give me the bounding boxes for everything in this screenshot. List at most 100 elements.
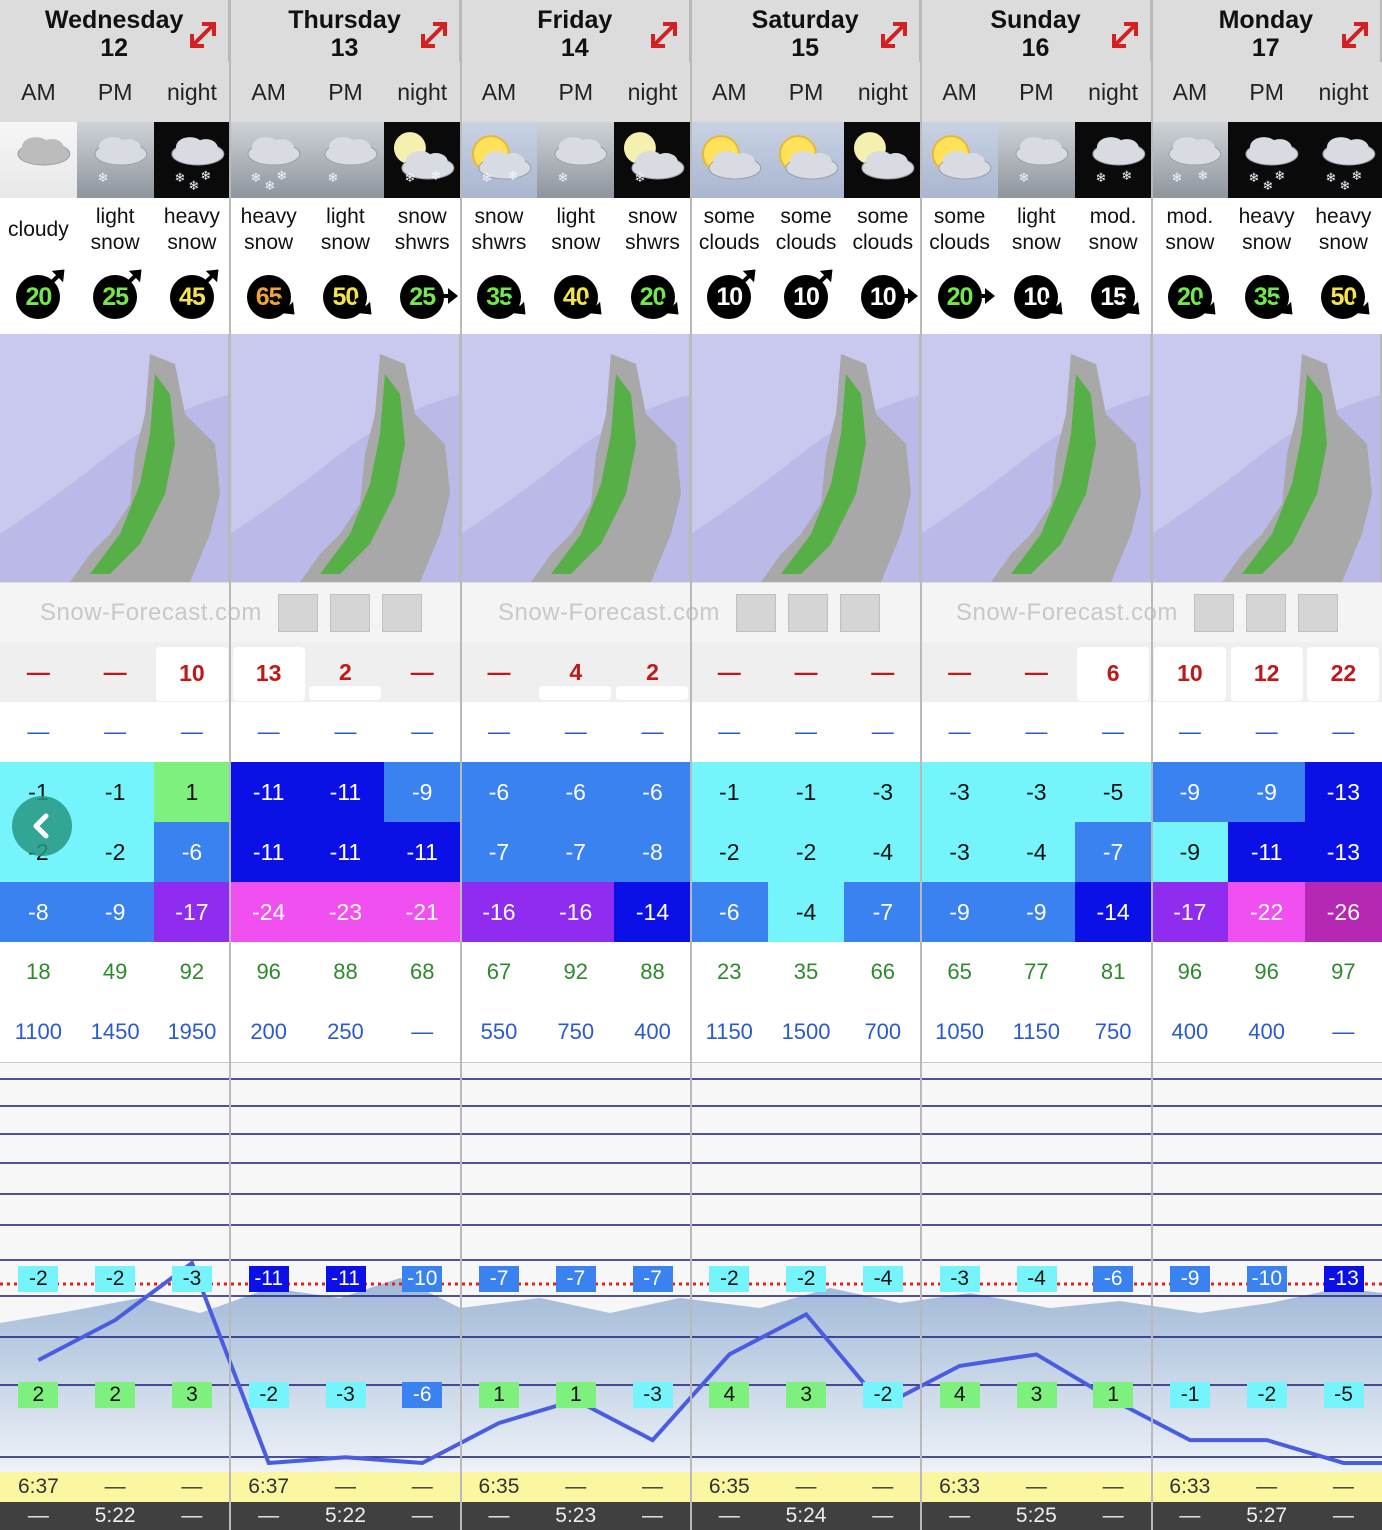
base-temp-label: 2 — [95, 1382, 136, 1408]
svg-text:❄: ❄ — [174, 170, 185, 185]
humidity-value: 92 — [179, 959, 205, 984]
sunset-time: 5:27 — [1246, 1504, 1288, 1527]
base-temp-label: -3 — [632, 1382, 673, 1408]
svg-text:❄: ❄ — [1172, 170, 1183, 185]
snowflake-icon[interactable] — [1298, 593, 1338, 632]
back-button[interactable] — [12, 796, 72, 856]
max-temp: -9 — [383, 762, 461, 822]
period-label: PM — [328, 78, 363, 105]
snow-map[interactable] — [690, 334, 922, 582]
summary-line: snow — [167, 231, 217, 254]
feels-like-temp: -24 — [230, 882, 308, 942]
snow-amount: — — [487, 658, 511, 685]
heavy-snow-icon: ❄ ❄ ❄ — [230, 122, 308, 198]
snow-showers-icon: ❄ ❄ — [460, 122, 538, 198]
snow-cell: — — [384, 642, 461, 702]
snowflake-icon[interactable] — [382, 593, 422, 632]
some-clouds-icon — [921, 122, 998, 198]
humidity-value: 92 — [563, 959, 588, 984]
snow-map[interactable] — [460, 334, 691, 582]
expand-icon[interactable] — [877, 18, 911, 52]
return-arrow-icon[interactable] — [1246, 593, 1286, 632]
snowflake-icon[interactable] — [840, 593, 880, 632]
min-temp: -11 — [307, 822, 384, 882]
return-arrow-icon[interactable] — [330, 593, 370, 632]
snow-map[interactable] — [0, 334, 231, 582]
sunrise-time: 6:33 — [1169, 1475, 1211, 1498]
svg-text:❄: ❄ — [481, 170, 492, 185]
snow-cell: 6 — [1075, 642, 1152, 702]
svg-text:❄: ❄ — [1249, 170, 1260, 185]
sunrise-time: 6:37 — [248, 1475, 290, 1498]
humidity-value: 77 — [1024, 959, 1049, 984]
svg-text:❄: ❄ — [97, 170, 108, 185]
summary-line: heavy — [1315, 205, 1372, 228]
base-temp-label: 1 — [1093, 1382, 1134, 1408]
sunrise-time: 6:35 — [478, 1475, 520, 1498]
base-temp-label: 3 — [786, 1382, 827, 1408]
snow-amount: — — [717, 658, 741, 685]
expand-icon[interactable] — [186, 18, 220, 52]
freezing-level-value: 750 — [1094, 1019, 1132, 1044]
rain-amount: — — [1102, 719, 1125, 744]
summit-temp-label: -7 — [479, 1266, 520, 1292]
period-label: PM — [1249, 78, 1284, 105]
sunset-time: — — [872, 1504, 894, 1527]
light-snow-icon: ❄ — [76, 122, 154, 198]
sunset-time: 5:22 — [325, 1504, 366, 1527]
sunrise-time: — — [411, 1475, 433, 1498]
feels-like-temp: -9 — [921, 882, 998, 942]
weather-summary: snow shwrs — [384, 198, 461, 262]
summary-line: snow — [1088, 231, 1138, 254]
summit-temp-label: -3 — [939, 1266, 980, 1292]
min-temp: -9 — [1151, 822, 1229, 882]
max-temp: -9 — [1228, 762, 1306, 822]
min-temp: -2 — [767, 822, 845, 882]
max-temp: -6 — [614, 762, 691, 822]
day-separator — [229, 0, 232, 1530]
rain-amount: — — [180, 719, 203, 744]
return-arrow-icon[interactable] — [788, 593, 828, 632]
feels-like-temp: -7 — [844, 882, 922, 942]
sunrise-time: — — [1332, 1475, 1354, 1498]
snow-amount: 22 — [1330, 660, 1357, 686]
snow-amount: — — [948, 658, 972, 685]
cloud-sun-icon[interactable] — [278, 593, 318, 632]
snow-map[interactable] — [921, 334, 1152, 582]
snow-map[interactable] — [1151, 334, 1382, 582]
wind-cell: 20 — [1151, 262, 1228, 332]
period-label: PM — [97, 78, 133, 105]
humidity-value: 81 — [1100, 959, 1126, 984]
rain-amount: — — [718, 719, 741, 744]
expand-icon[interactable] — [1108, 18, 1142, 52]
snow-amount: — — [794, 658, 818, 685]
light-snow-icon: ❄ — [997, 122, 1075, 198]
cloud-sun-icon[interactable] — [1194, 593, 1234, 632]
svg-text:❄: ❄ — [1351, 168, 1362, 183]
cloud-sun-icon[interactable] — [736, 593, 776, 632]
snow-cell: — — [461, 642, 538, 702]
some-clouds-icon — [767, 122, 845, 198]
humidity-value: 68 — [409, 959, 435, 984]
sunset-time: — — [949, 1504, 971, 1527]
expand-icon[interactable] — [417, 18, 451, 52]
summit-temp-label: -6 — [1093, 1266, 1134, 1292]
sunset-time: 5:22 — [94, 1504, 136, 1527]
expand-icon[interactable] — [1338, 18, 1372, 52]
max-temp: -1 — [76, 762, 154, 822]
summit-temp-label: -7 — [632, 1266, 673, 1292]
expand-icon[interactable] — [647, 18, 681, 52]
humidity-value: 18 — [26, 959, 51, 984]
feels-like-temp: -14 — [614, 882, 691, 942]
wind-cell: 25 — [77, 262, 154, 332]
snow-cell: — — [691, 642, 768, 702]
max-temp: -1 — [767, 762, 845, 822]
snow-map[interactable] — [230, 334, 461, 582]
freezing-level-value: 400 — [1248, 1019, 1285, 1044]
sunrise-time: — — [181, 1475, 203, 1498]
min-temp: -2 — [76, 822, 154, 882]
sunset-time: — — [181, 1504, 203, 1527]
rain-amount: — — [641, 719, 664, 744]
snow-cell: 12 — [1228, 642, 1305, 702]
snow-amount: 4 — [569, 658, 583, 685]
